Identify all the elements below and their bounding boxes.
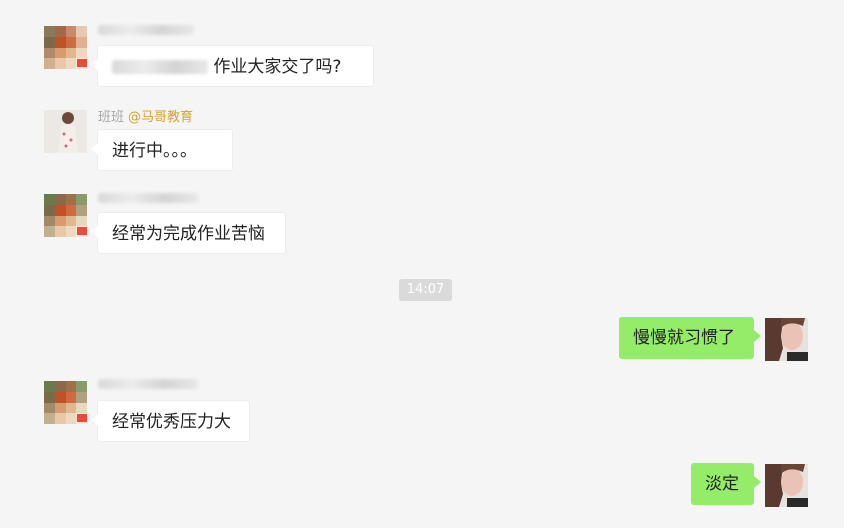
flag-icon bbox=[77, 59, 87, 67]
sender-name-redacted bbox=[98, 376, 198, 391]
sender-tag: @马哥教育 bbox=[128, 110, 194, 125]
flag-icon bbox=[77, 414, 87, 422]
message-timestamp: 14:07 bbox=[399, 279, 452, 301]
message-text: 淡定 bbox=[705, 474, 739, 494]
message-bubble[interactable]: 经常为完成作业苦恼 bbox=[91, 212, 286, 254]
sender-avatar[interactable] bbox=[44, 110, 87, 153]
sender-avatar[interactable] bbox=[44, 381, 87, 424]
sender-avatar[interactable] bbox=[44, 26, 87, 69]
my-avatar[interactable] bbox=[765, 318, 808, 361]
message-bubble[interactable]: 慢慢就习惯了 bbox=[619, 317, 761, 359]
sender-avatar[interactable] bbox=[44, 194, 87, 237]
message-text: 经常为完成作业苦恼 bbox=[112, 224, 265, 244]
message-text: 作业大家交了吗? bbox=[213, 57, 342, 77]
my-avatar[interactable] bbox=[765, 464, 808, 507]
sender-name-redacted bbox=[98, 190, 198, 205]
message-bubble[interactable]: 进行中。。。 bbox=[91, 129, 233, 171]
message-text: 慢慢就习惯了 bbox=[633, 328, 735, 348]
flag-icon bbox=[77, 227, 87, 235]
message-bubble[interactable]: 经常优秀压力大 bbox=[91, 400, 250, 442]
redacted-text bbox=[112, 60, 208, 74]
message-text: 进行中。。。 bbox=[112, 141, 197, 161]
sender-name: 班班 @马哥教育 bbox=[98, 106, 193, 125]
message-text: 经常优秀压力大 bbox=[112, 412, 231, 432]
sender-name-redacted bbox=[98, 22, 194, 37]
sender-name-text: 班班 bbox=[98, 110, 125, 125]
message-bubble[interactable]: 作业大家交了吗? bbox=[91, 45, 374, 87]
message-bubble[interactable]: 淡定 bbox=[691, 463, 761, 505]
